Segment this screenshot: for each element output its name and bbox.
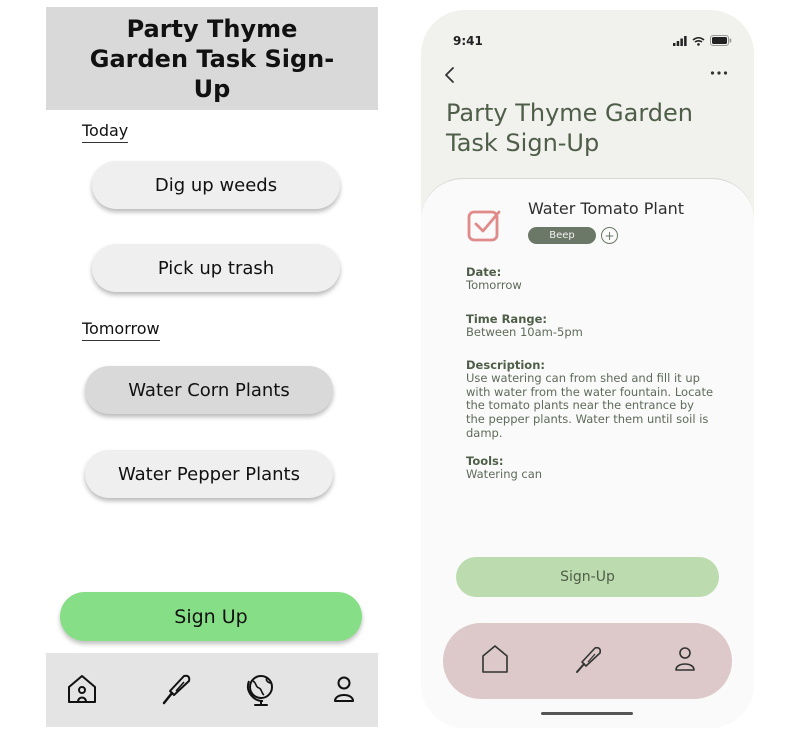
page-title: Party Thyme Garden Task Sign-Up [446,99,694,157]
sign-up-button[interactable]: Sign-Up [456,557,719,597]
date-value: Tomorrow [466,278,522,292]
task-button-water-pepper-plants[interactable]: Water Pepper Plants [85,450,333,498]
globe-icon[interactable] [243,671,279,707]
task-title: Water Tomato Plant [528,199,685,218]
signal-icon [673,35,687,46]
description-label: Description: [466,358,545,372]
status-time: 9:41 [453,34,483,48]
sign-up-button[interactable]: Sign Up [60,592,362,641]
description-value: Use watering can from shed and fill it u… [466,371,714,440]
bottom-nav [443,623,732,699]
checkbox-checked-icon[interactable] [466,207,502,243]
more-icon[interactable] [710,70,728,76]
wifi-icon [692,36,705,46]
profile-icon[interactable] [326,671,362,707]
tag-badge[interactable]: Beep [528,227,596,244]
home-icon[interactable] [64,671,100,707]
date-label: Date: [466,265,502,279]
trowel-icon[interactable] [158,671,194,707]
home-icon[interactable] [480,643,510,675]
tools-value: Watering can [466,467,543,481]
tools-label: Tools: [466,454,504,468]
section-label-today: Today [82,121,129,143]
wireframe-screen: Party Thyme Garden Task Sign-Up Today Di… [46,7,378,727]
page-title: Party Thyme Garden Task Sign-Up [89,14,335,103]
profile-icon[interactable] [670,643,700,675]
task-button-dig-up-weeds[interactable]: Dig up weeds [92,161,340,209]
back-icon[interactable] [443,66,457,84]
task-button-water-corn-plants[interactable]: Water Corn Plants [85,366,333,414]
status-icons [673,35,732,46]
time-range-value: Between 10am-5pm [466,325,583,339]
task-button-pick-up-trash[interactable]: Pick up trash [92,244,340,292]
bottom-nav [46,653,378,727]
add-tag-button[interactable]: + [601,227,618,244]
header-bar: Party Thyme Garden Task Sign-Up [46,7,378,110]
home-indicator[interactable] [541,712,633,715]
phone-screen: 9:41 Party Thyme Garden Task Sign-Up Wat… [421,10,754,728]
battery-icon [710,35,732,46]
section-label-tomorrow: Tomorrow [82,319,160,341]
trowel-icon[interactable] [574,643,604,675]
status-bar: 9:41 [421,10,754,54]
time-range-label: Time Range: [466,312,548,326]
